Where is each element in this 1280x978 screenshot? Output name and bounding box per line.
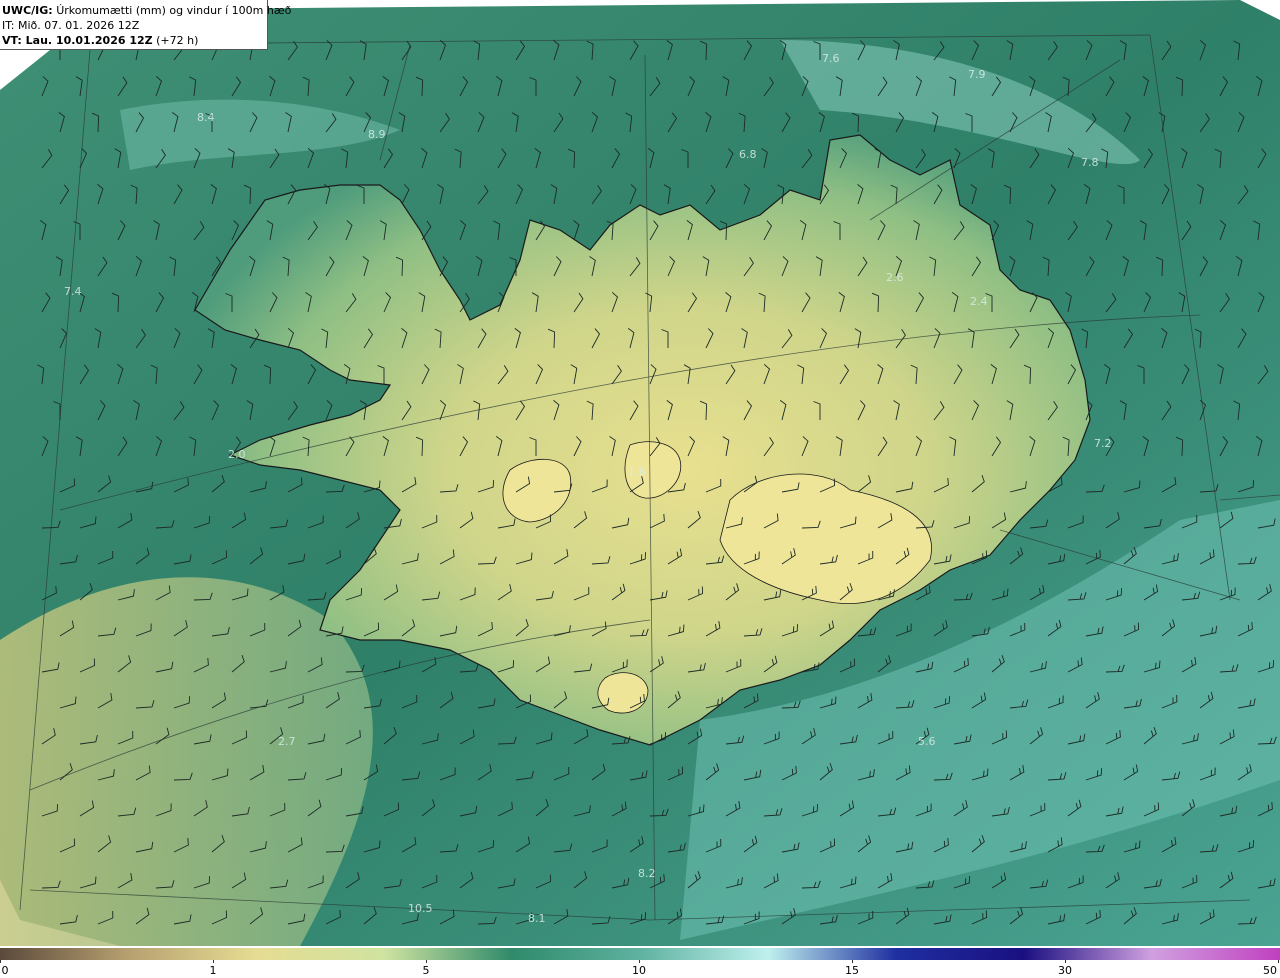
init-time: IT: Mið. 07. 01. 2026 12Z xyxy=(2,19,140,32)
label-2-6: 2.6 xyxy=(886,271,904,284)
label-7-2: 7.2 xyxy=(1094,437,1112,450)
colorbar: 0 1 5 10 15 30 50 xyxy=(0,946,1280,978)
map-canvas: 7.6 7.9 8.4 8.9 6.8 7.8 7.4 2.6 2.4 7.2 … xyxy=(0,0,1280,946)
colorbar-label-1: 1 xyxy=(209,964,217,977)
colorbar-label-10: 10 xyxy=(632,964,646,977)
colorbar-tick xyxy=(1278,960,1279,963)
colorbar-tick xyxy=(852,960,853,963)
label-7-4: 7.4 xyxy=(64,285,82,298)
label-5-6: 5.6 xyxy=(918,735,936,748)
colorbar-tick xyxy=(0,960,1,963)
sw-precip-band xyxy=(0,577,373,946)
forecast-map: 7.6 7.9 8.4 8.9 6.8 7.8 7.4 2.6 2.4 7.2 … xyxy=(0,0,1280,946)
label-10-5: 10.5 xyxy=(408,902,433,915)
title-line: UWC/IG: Úrkomumætti (mm) og vindur í 100… xyxy=(2,3,291,18)
myrdalsjokull-glacier xyxy=(597,672,649,714)
colorbar-label-15: 15 xyxy=(845,964,859,977)
label-2-4: 2.4 xyxy=(970,295,988,308)
lead-time: (+72 h) xyxy=(156,34,199,47)
model-label: UWC/IG: xyxy=(2,4,53,17)
label-2-7: 2.7 xyxy=(278,735,296,748)
label-8-1: 8.1 xyxy=(528,912,546,925)
label-7-8: 7.8 xyxy=(1081,156,1099,169)
label-8-4: 8.4 xyxy=(197,111,215,124)
colorbar-label-0: 0 xyxy=(1,964,9,977)
colorbar-label-30: 30 xyxy=(1058,964,1072,977)
colorbar-label-50: 50 xyxy=(1263,964,1277,977)
label-8-2: 8.2 xyxy=(638,867,656,880)
colorbar-label-5: 5 xyxy=(422,964,430,977)
label-6-8: 6.8 xyxy=(739,148,757,161)
colorbar-tick xyxy=(213,960,214,963)
label-1-6: 1.6 xyxy=(628,465,646,478)
colorbar-tick xyxy=(1065,960,1066,963)
field-label: Úrkomumætti (mm) og vindur í 100m hæð xyxy=(56,4,292,17)
colorbar-strip xyxy=(0,948,1280,960)
label-7-6: 7.6 xyxy=(822,52,840,65)
colorbar-tick xyxy=(426,960,427,963)
label-2-0: 2.0 xyxy=(228,448,246,461)
colorbar-tick xyxy=(639,960,640,963)
label-7-9: 7.9 xyxy=(968,68,986,81)
valid-time: VT: Lau. 10.01.2026 12Z xyxy=(2,34,153,47)
valid-time-line: VT: Lau. 10.01.2026 12Z (+72 h) xyxy=(2,33,267,48)
label-8-9: 8.9 xyxy=(368,128,386,141)
map-title-box: UWC/IG: Úrkomumætti (mm) og vindur í 100… xyxy=(0,0,291,50)
